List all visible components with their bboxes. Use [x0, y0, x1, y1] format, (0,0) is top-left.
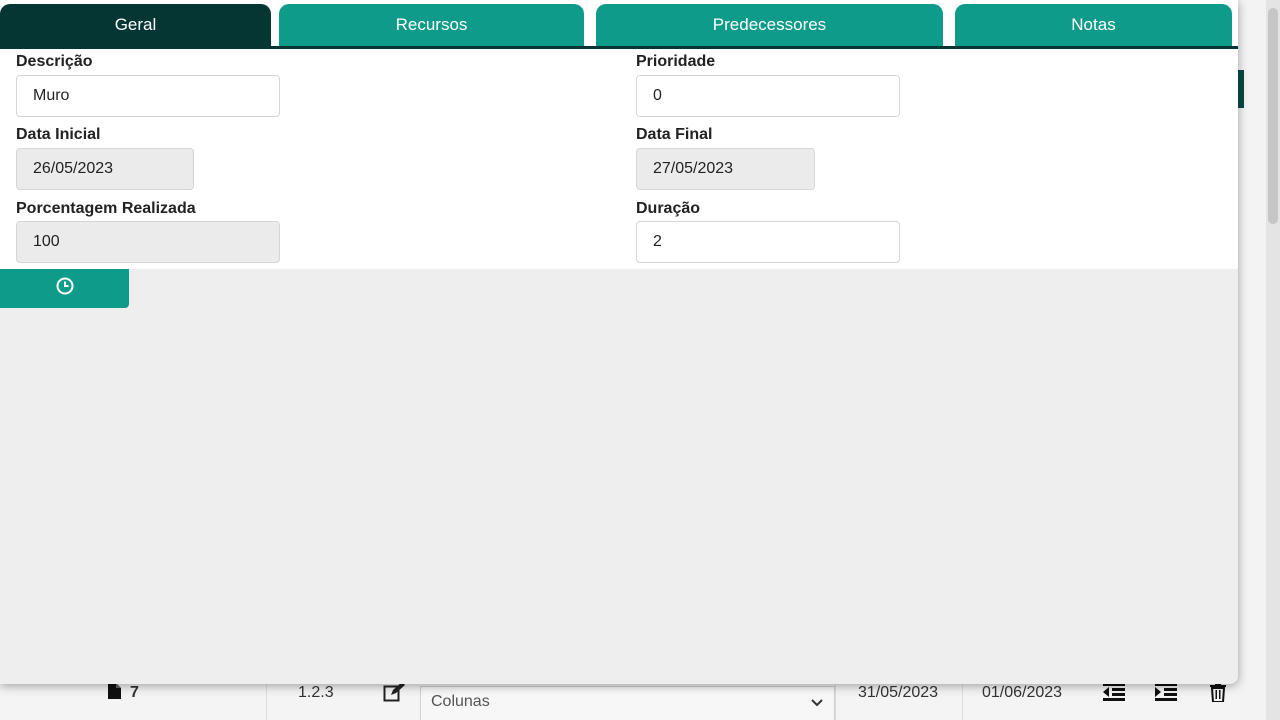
background-teal-edge [1238, 70, 1244, 108]
tab-notas[interactable]: Notas [955, 4, 1232, 46]
tab-geral[interactable]: Geral [0, 4, 271, 46]
row-id: 7 [130, 684, 139, 701]
data-inicial-label: Data Inicial [16, 126, 101, 143]
data-final-label: Data Final [636, 126, 713, 143]
tab-recursos[interactable]: Recursos [279, 4, 584, 46]
outdent-icon[interactable] [1103, 683, 1125, 706]
porcentagem-label: Porcentagem Realizada [16, 200, 196, 217]
file-icon [108, 683, 121, 699]
chevron-down-icon [810, 695, 824, 713]
row-end-date: 01/06/2023 [982, 684, 1063, 701]
row-wbs: 1.2.3 [298, 684, 334, 701]
duracao-input[interactable]: 2 [636, 221, 900, 263]
resource-select[interactable]: Colunas [420, 686, 835, 720]
tab-predecessores[interactable]: Predecessores [596, 4, 943, 46]
porcentagem-input[interactable]: 100 [16, 221, 280, 263]
descricao-input[interactable]: Muro [16, 75, 280, 117]
duracao-label: Duração [636, 200, 701, 217]
page-scrollbar-thumb[interactable] [1268, 8, 1278, 224]
descricao-label: Descrição [16, 53, 93, 70]
indent-icon[interactable] [1155, 683, 1177, 706]
row-start-date: 31/05/2023 [858, 684, 939, 701]
task-edit-modal: Geral Recursos Predecessores Notas Descr… [0, 0, 1238, 684]
schedule-button[interactable] [0, 269, 129, 308]
edit-icon[interactable] [383, 682, 405, 707]
trash-icon[interactable] [1210, 683, 1226, 707]
tab-bar: Geral Recursos Predecessores Notas [0, 0, 1238, 49]
data-inicial-input[interactable]: 26/05/2023 [16, 148, 194, 190]
clock-icon [56, 277, 74, 300]
prioridade-label: Prioridade [636, 53, 716, 70]
data-final-input[interactable]: 27/05/2023 [636, 148, 815, 190]
prioridade-input[interactable]: 0 [636, 75, 900, 117]
resource-select-value: Colunas [431, 693, 490, 710]
general-form: Descrição Muro Prioridade 0 Data Inicial… [0, 49, 1238, 269]
